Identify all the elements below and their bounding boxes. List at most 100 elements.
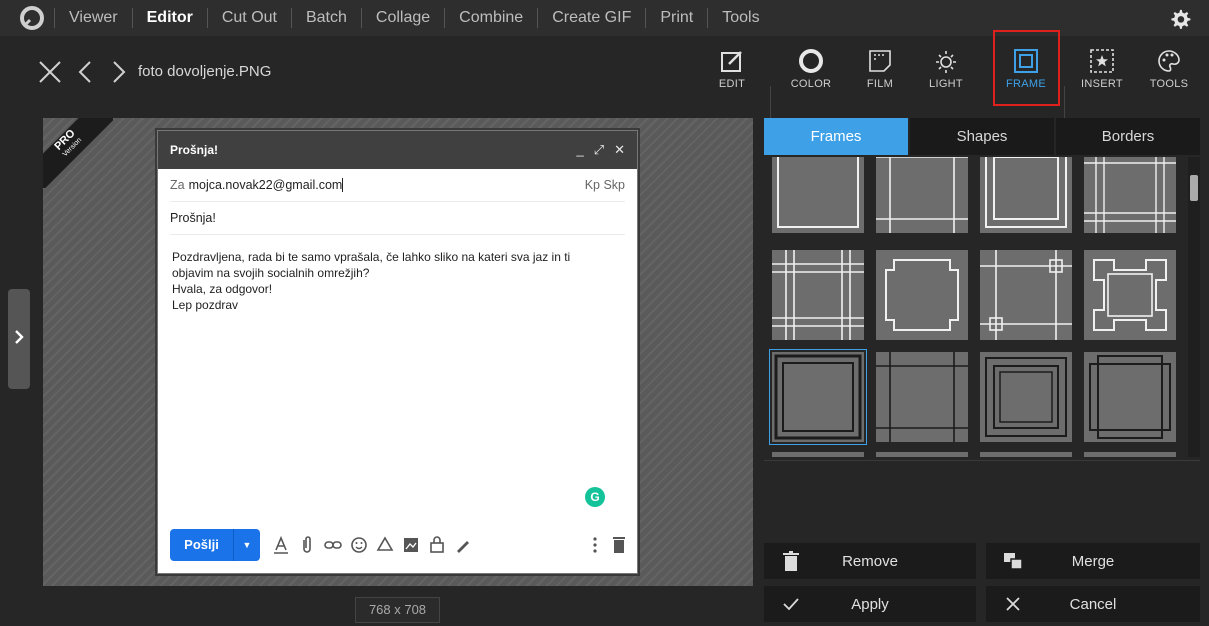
close-icon: ✕ [614, 142, 625, 157]
tool-label: LIGHT [929, 78, 963, 90]
frame-preview [777, 157, 859, 228]
frame-preview [1093, 259, 1167, 331]
next-chevron-icon[interactable] [104, 58, 132, 86]
menu-batch[interactable]: Batch [290, 8, 361, 28]
frame-preview [985, 357, 1067, 437]
grammarly-icon: G [585, 487, 605, 507]
menu-create-gif[interactable]: Create GIF [537, 8, 645, 28]
palette-icon [1158, 50, 1180, 72]
frame-thumbnail[interactable] [772, 157, 864, 233]
frame-preview [774, 354, 862, 440]
tool-label: INSERT [1081, 78, 1123, 90]
file-name: foto dovoljenje.PNG [138, 63, 272, 80]
trash-icon [783, 551, 799, 571]
side-panel-toggle[interactable] [8, 289, 30, 389]
tool-film[interactable]: FILM [851, 42, 909, 106]
cancel-label: Cancel [1069, 595, 1117, 613]
body-line: objavim na svojih socialnih omrežjih? [172, 266, 370, 280]
send-label: Pošlji [170, 529, 234, 561]
frame-preview [985, 157, 1067, 228]
signature-pen-icon [457, 541, 469, 553]
email-footer: Pošlji ▼ [170, 529, 627, 561]
frame-thumbnail-selected[interactable] [769, 349, 867, 445]
previous-chevron-icon[interactable] [72, 58, 100, 86]
email-subject: Prošnja! [170, 211, 216, 225]
merge-button[interactable]: Merge [986, 543, 1200, 579]
tab-shapes[interactable]: Shapes [910, 118, 1054, 155]
edit-icon [721, 51, 742, 72]
frame-preview [1084, 157, 1176, 233]
frames-grid [764, 157, 1180, 457]
email-compose-image: Prošnja! _ ⤢ ✕ Za mojca.novak22@gmail.co… [157, 130, 638, 574]
recipient-address: mojca.novak22@gmail.com [188, 178, 343, 192]
frame-thumbnail[interactable] [980, 352, 1072, 442]
tool-edit[interactable]: EDIT [703, 42, 761, 106]
frame-thumbnail[interactable] [1084, 250, 1176, 340]
tool-tools[interactable]: TOOLS [1140, 42, 1198, 106]
tool-label: TOOLS [1149, 78, 1189, 90]
more-options-icon [593, 537, 597, 553]
email-title: Prošnja! [170, 143, 219, 157]
expand-icon: ⤢ [593, 142, 605, 157]
image-dimensions: 768 x 708 [355, 597, 440, 623]
attachment-icon [303, 536, 311, 553]
insert-star-icon [1090, 49, 1114, 73]
frame-thumbnail[interactable] [1084, 452, 1176, 457]
frame-thumbnail[interactable] [980, 452, 1072, 457]
frame-thumbnail[interactable] [980, 157, 1072, 233]
frames-scrollbar[interactable] [1188, 157, 1200, 457]
frame-thumbnail[interactable] [876, 250, 968, 340]
cancel-x-icon [1006, 597, 1020, 611]
film-icon [869, 50, 891, 72]
tab-borders[interactable]: Borders [1056, 118, 1200, 155]
scrollbar-thumb[interactable] [1190, 175, 1198, 201]
pro-version-badge[interactable]: PRO Version [43, 118, 113, 188]
frame-preview [885, 259, 959, 331]
body-line: Hvala, za odgovor! [172, 282, 273, 296]
frame-thumbnail[interactable] [772, 250, 864, 340]
frame-thumbnail[interactable] [876, 352, 968, 442]
tool-label: COLOR [790, 78, 832, 90]
tool-insert[interactable]: INSERT [1073, 42, 1131, 106]
menu-editor[interactable]: Editor [131, 8, 207, 28]
frame-thumbnail[interactable] [772, 452, 864, 457]
photo-icon [404, 538, 418, 552]
remove-button[interactable]: Remove [764, 543, 976, 579]
frame-preview [772, 250, 864, 340]
delete-draft-icon [613, 537, 625, 553]
menu-collage[interactable]: Collage [360, 8, 444, 28]
cc-bcc-links: Kp Skp [584, 178, 625, 192]
panel-tabs: Frames Shapes Borders [764, 118, 1200, 155]
menu-viewer[interactable]: Viewer [54, 8, 132, 28]
frame-preview [980, 250, 1072, 340]
send-dropdown-icon: ▼ [242, 540, 252, 550]
menu-combine[interactable]: Combine [444, 8, 537, 28]
frame-thumbnail[interactable] [876, 452, 968, 457]
tool-color[interactable]: COLOR [782, 42, 840, 106]
body-line: Lep pozdrav [172, 298, 239, 312]
menu-tools[interactable]: Tools [707, 8, 773, 28]
settings-gear-icon[interactable] [1169, 8, 1191, 30]
recipient-row: Za mojca.novak22@gmail.com Kp Skp [170, 169, 625, 202]
menu-cut-out[interactable]: Cut Out [206, 8, 291, 28]
frame-thumbnail[interactable] [1084, 157, 1176, 233]
frame-preview [876, 157, 968, 233]
merge-layers-icon [1004, 553, 1023, 570]
tool-light[interactable]: LIGHT [917, 42, 975, 106]
close-icon[interactable] [36, 58, 64, 86]
color-circle-icon [799, 49, 823, 73]
apply-button[interactable]: Apply [764, 586, 976, 622]
frame-thumbnail[interactable] [876, 157, 968, 233]
merge-label: Merge [1071, 552, 1115, 570]
frame-thumbnail[interactable] [980, 250, 1072, 340]
window-controls: _ ⤢ ✕ [576, 142, 625, 158]
tab-frames[interactable]: Frames [764, 118, 908, 155]
email-body: Pozdravljena, rada bi te samo vprašala, … [172, 249, 623, 313]
app-logo-icon[interactable] [18, 4, 46, 32]
chevron-right-icon [15, 330, 24, 344]
remove-label: Remove [842, 552, 898, 570]
cancel-button[interactable]: Cancel [986, 586, 1200, 622]
frame-thumbnail[interactable] [1084, 352, 1176, 442]
frame-preview [876, 352, 968, 442]
menu-print[interactable]: Print [645, 8, 707, 28]
